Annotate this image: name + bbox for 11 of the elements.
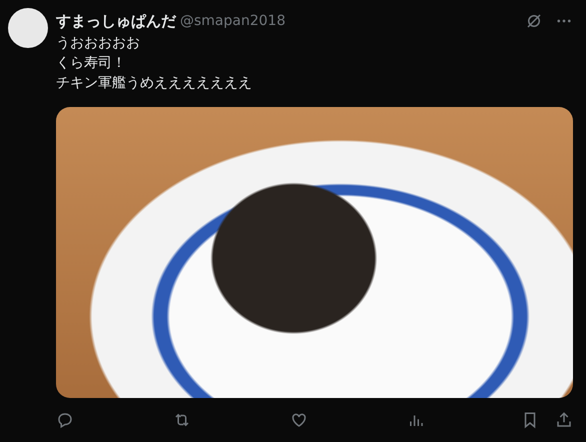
post-text-line: チキン軍艦うめえええええええ xyxy=(56,74,253,92)
photo-placeholder[interactable] xyxy=(56,106,573,398)
author-handle[interactable]: @smapan2018 xyxy=(180,10,286,32)
share-icon[interactable] xyxy=(555,410,573,428)
reply-icon[interactable] xyxy=(56,410,74,428)
repost-icon[interactable] xyxy=(173,410,191,428)
avatar[interactable] xyxy=(8,8,48,48)
author-name[interactable]: すまっしゅぱんだ xyxy=(56,10,176,32)
post-text-line: うおおおおお xyxy=(56,34,141,52)
post-text-line: くら寿司！ xyxy=(56,54,127,72)
like-icon[interactable] xyxy=(290,410,308,428)
